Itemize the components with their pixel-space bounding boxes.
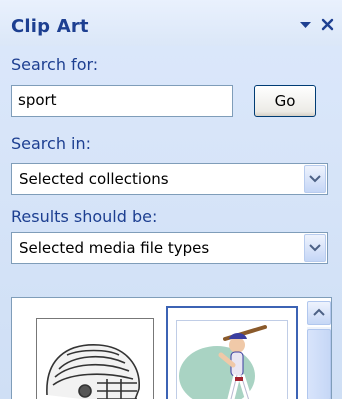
pane-options-dropdown-icon[interactable] <box>296 14 316 34</box>
search-in-select[interactable]: Selected collections <box>11 163 328 195</box>
clip-art-preview <box>176 320 288 399</box>
results-type-select[interactable]: Selected media file types <box>11 232 328 264</box>
clip-art-result[interactable] <box>36 318 154 399</box>
results-type-value: Selected media file types <box>19 239 210 257</box>
search-input[interactable]: sport <box>11 85 233 117</box>
pane-header: Clip Art <box>0 0 342 46</box>
search-for-label: Search for: <box>11 55 99 74</box>
results-scrollbar[interactable] <box>307 301 331 399</box>
clip-art-result-selected[interactable] <box>166 306 298 399</box>
search-in-value: Selected collections <box>19 170 169 188</box>
scroll-up-icon[interactable] <box>307 301 331 325</box>
results-should-be-label: Results should be: <box>11 207 158 226</box>
pane-title: Clip Art <box>11 16 89 37</box>
scroll-thumb[interactable] <box>307 329 331 399</box>
search-input-value: sport <box>18 91 57 109</box>
chevron-down-icon[interactable] <box>304 234 326 262</box>
search-in-label: Search in: <box>11 134 92 153</box>
football-helmet-icon <box>37 344 153 399</box>
go-button[interactable]: Go <box>254 85 316 117</box>
clip-art-task-pane: Clip Art Search for: sport Go Search in:… <box>0 0 342 399</box>
results-list <box>11 297 332 399</box>
close-icon[interactable] <box>318 14 338 34</box>
chevron-down-icon[interactable] <box>304 165 326 193</box>
